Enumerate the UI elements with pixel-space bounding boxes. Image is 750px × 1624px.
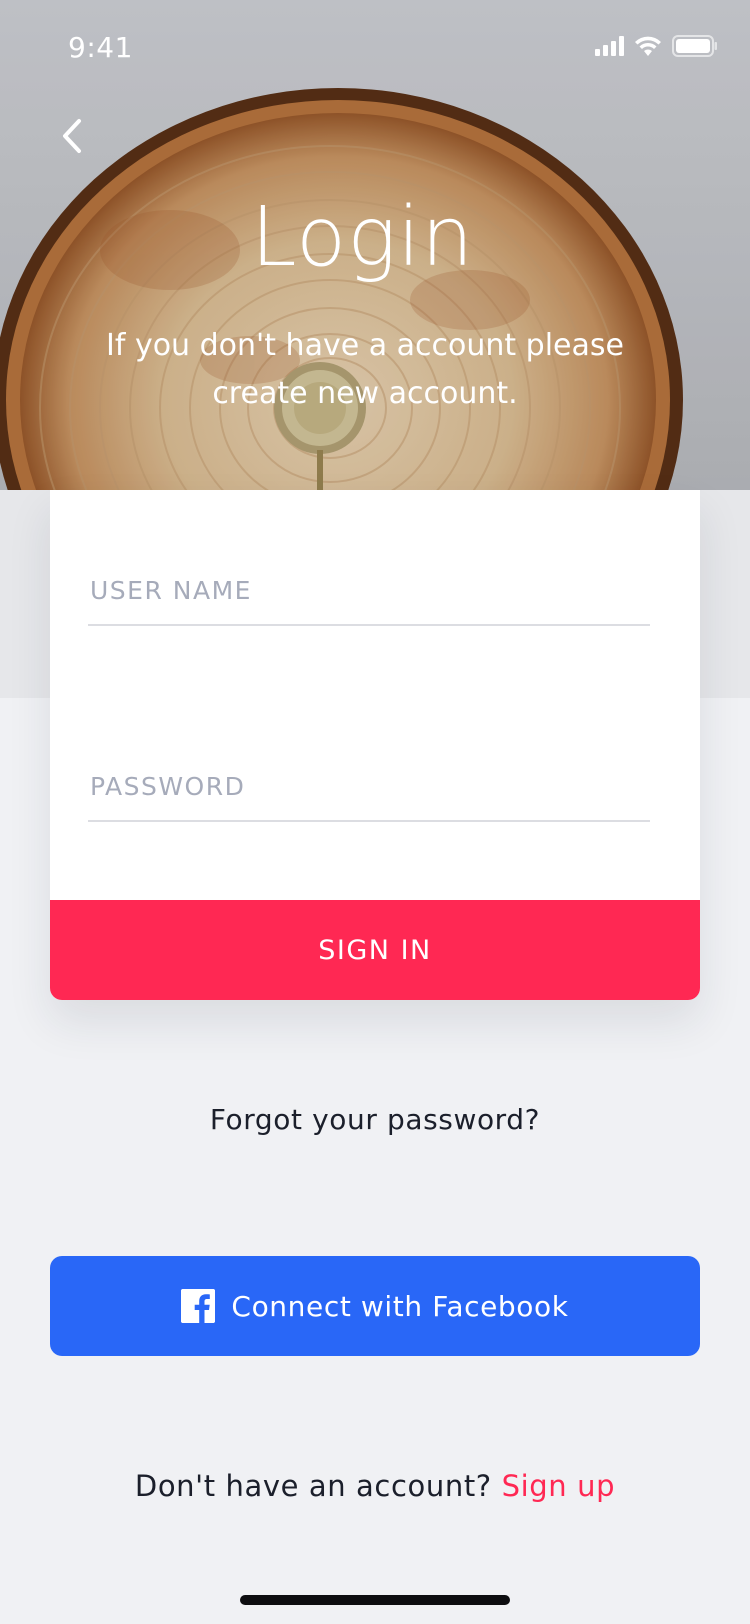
page-title: Login [250, 190, 475, 285]
password-field [88, 752, 650, 822]
sign-up-link[interactable]: Sign up [502, 1469, 615, 1503]
hero-header: 9:41 Login If you don't have a account p… [0, 0, 750, 490]
facebook-label: Connect with Facebook [231, 1289, 569, 1323]
facebook-connect-button[interactable]: Connect with Facebook [50, 1256, 700, 1356]
home-indicator [240, 1595, 510, 1605]
sign-in-label: SIGN IN [318, 934, 432, 966]
login-card: SIGN IN [50, 490, 700, 1000]
cellular-signal-icon [595, 36, 624, 56]
username-field [88, 556, 650, 626]
forgot-password-link[interactable]: Forgot your password? [0, 1103, 750, 1136]
wifi-icon [635, 36, 661, 56]
status-icons [595, 34, 718, 58]
chevron-left-icon [63, 119, 81, 153]
status-time: 9:41 [68, 31, 133, 64]
sign-in-button[interactable]: SIGN IN [50, 900, 700, 1000]
signup-prompt: Don't have an account? Sign up [0, 1469, 750, 1503]
back-button[interactable] [50, 110, 94, 162]
password-input[interactable] [88, 752, 650, 820]
page-subtitle: If you don't have a account please creat… [106, 328, 624, 411]
battery-icon [672, 35, 717, 57]
facebook-icon [181, 1289, 216, 1323]
no-account-text: Don't have an account? [134, 1469, 492, 1503]
username-input[interactable] [88, 556, 650, 624]
